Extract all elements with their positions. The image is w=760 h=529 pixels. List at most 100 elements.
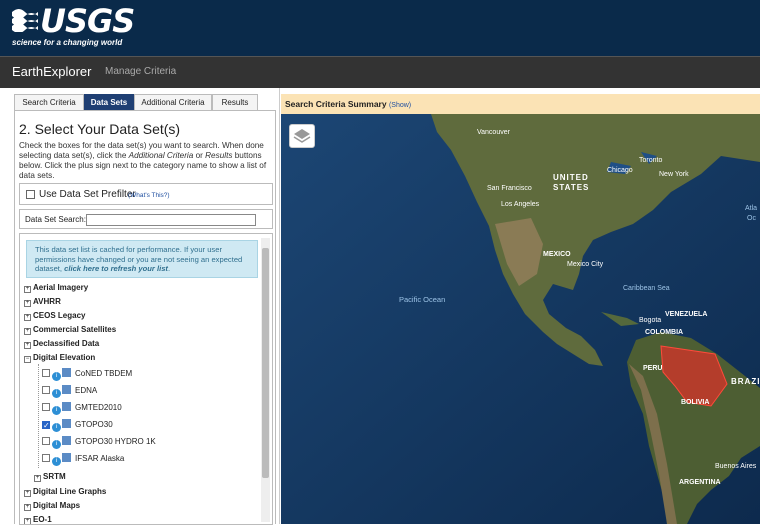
dataset-coned-tbdem: i CoNED TBDEM — [42, 368, 132, 381]
metadata-icon[interactable] — [62, 385, 71, 394]
category-declassified-data[interactable]: + Declassified Data — [24, 338, 99, 349]
map-area: Search Criteria Summary (Show) Vancouver… — [281, 88, 760, 524]
list-scrollbar[interactable] — [261, 238, 270, 522]
panel-help: Check the boxes for the data set(s) you … — [19, 141, 267, 180]
tab-search-criteria[interactable]: Search Criteria — [14, 94, 84, 110]
map-label-bolivia: BOLIVIA — [681, 399, 709, 406]
map-label-peru: PERU — [643, 365, 662, 372]
layers-button[interactable] — [289, 124, 315, 148]
logo-text: USGS — [40, 2, 135, 40]
expand-icon[interactable]: + — [34, 475, 41, 482]
map-view[interactable]: Vancouver Toronto Chicago New York UNITE… — [281, 114, 760, 524]
category-digital-maps[interactable]: + Digital Maps — [24, 500, 80, 511]
expand-icon[interactable]: + — [24, 328, 31, 335]
map-label-colombia: COLOMBIA — [645, 329, 683, 336]
dataset-checkbox[interactable] — [42, 386, 50, 394]
tree-guide — [38, 364, 39, 468]
info-icon[interactable]: i — [52, 457, 61, 466]
category-digital-elevation[interactable]: − Digital Elevation — [24, 352, 95, 363]
metadata-icon[interactable] — [62, 368, 71, 377]
metadata-icon[interactable] — [62, 402, 71, 411]
info-icon[interactable]: i — [52, 372, 61, 381]
map-label-buenos-aires: Buenos Aires — [715, 463, 757, 470]
info-icon[interactable]: i — [52, 440, 61, 449]
usgs-wave-icon — [12, 9, 38, 32]
dataset-gtopo30-hydro-1k: i GTOPO30 HYDRO 1K — [42, 436, 156, 449]
logo-tagline: science for a changing world — [12, 38, 123, 47]
map-label-states: STATES — [553, 183, 589, 192]
dataset-search-input[interactable] — [86, 214, 256, 226]
map-label-ocean: Oc — [747, 215, 756, 222]
category-digital-line-graphs[interactable]: + Digital Line Graphs — [24, 486, 106, 497]
prefilter-help-link[interactable]: (What's This?) — [128, 192, 170, 199]
dataset-gtopo30: ✓ i GTOPO30 — [42, 419, 113, 432]
dataset-gmted2010: i GMTED2010 — [42, 402, 122, 415]
dataset-list: This data set list is cached for perform… — [19, 233, 273, 525]
tab-data-sets[interactable]: Data Sets — [84, 94, 134, 110]
dataset-checkbox[interactable] — [42, 437, 50, 445]
dataset-checkbox-checked[interactable]: ✓ — [42, 421, 50, 430]
usgs-logo[interactable]: USGS science for a changing world — [12, 5, 135, 47]
map-label-caribbean-sea: Caribbean Sea — [623, 285, 670, 292]
dataset-ifsar-alaska: i IFSAR Alaska — [42, 453, 124, 466]
metadata-icon[interactable] — [62, 436, 71, 445]
usgs-header: USGS science for a changing world — [0, 0, 760, 56]
summary-show-link[interactable]: (Show) — [389, 102, 411, 109]
layers-icon — [293, 129, 311, 143]
cache-notice: This data set list is cached for perform… — [26, 240, 258, 278]
expand-icon[interactable]: + — [24, 504, 31, 511]
map-label-pacific-ocean: Pacific Ocean — [399, 295, 445, 304]
map-label-los-angeles: Los Angeles — [501, 201, 540, 208]
category-aerial-imagery[interactable]: + Aerial Imagery — [24, 282, 88, 293]
prefilter-box: Use Data Set Prefilter (What's This?) — [19, 183, 273, 205]
manage-criteria-link[interactable]: Manage Criteria — [105, 66, 176, 77]
map-label-toronto: Toronto — [639, 157, 662, 164]
dataset-edna: i EDNA — [42, 385, 97, 398]
expand-icon[interactable]: + — [24, 490, 31, 497]
metadata-icon[interactable] — [62, 419, 71, 428]
map-label-san-francisco: San Francisco — [487, 185, 532, 192]
map-label-argentina: ARGENTINA — [679, 479, 721, 486]
map-label-chicago: Chicago — [607, 167, 633, 174]
dataset-checkbox[interactable] — [42, 369, 50, 377]
metadata-icon[interactable] — [62, 453, 71, 462]
info-icon[interactable]: i — [52, 406, 61, 415]
left-panel: Search Criteria Data Sets Additional Cri… — [0, 88, 280, 525]
expand-icon[interactable]: + — [24, 342, 31, 349]
map-label-venezuela: VENEZUELA — [665, 311, 707, 318]
earthexplorer-brand[interactable]: EarthExplorer — [12, 64, 91, 79]
map-label-mexico: MEXICO — [543, 251, 571, 258]
expand-icon[interactable]: + — [24, 286, 31, 293]
tab-results[interactable]: Results — [212, 94, 258, 110]
category-commercial-satellites[interactable]: + Commercial Satellites — [24, 324, 116, 335]
panel-title: 2. Select Your Data Set(s) — [19, 121, 181, 137]
category-eo-1[interactable]: + EO-1 — [24, 514, 52, 524]
satellite-map[interactable]: Vancouver Toronto Chicago New York UNITE… — [281, 114, 760, 524]
category-avhrr[interactable]: + AVHRR — [24, 296, 61, 307]
map-label-united: UNITED — [553, 173, 589, 182]
map-label-brazil: BRAZIL — [731, 377, 760, 386]
prefilter-label[interactable]: Use Data Set Prefilter — [39, 189, 136, 200]
search-criteria-summary[interactable]: Search Criteria Summary (Show) — [281, 94, 760, 114]
expand-icon[interactable]: + — [24, 300, 31, 307]
category-ceos-legacy[interactable]: + CEOS Legacy — [24, 310, 85, 321]
map-label-vancouver: Vancouver — [477, 129, 511, 136]
expand-icon[interactable]: + — [24, 314, 31, 321]
map-label-atlantic: Atla — [745, 205, 757, 212]
dataset-checkbox[interactable] — [42, 454, 50, 462]
dataset-search-box: Data Set Search: — [19, 209, 273, 229]
map-label-new-york: New York — [659, 171, 689, 178]
map-label-mexico-city: Mexico City — [567, 261, 604, 268]
navbar: EarthExplorer Manage Criteria — [0, 56, 760, 88]
collapse-icon[interactable]: − — [24, 356, 31, 363]
info-icon[interactable]: i — [52, 389, 61, 398]
refresh-list-link[interactable]: click here to refresh your list — [64, 264, 168, 273]
dataset-checkbox[interactable] — [42, 403, 50, 411]
tab-additional-criteria[interactable]: Additional Criteria — [134, 94, 212, 110]
map-label-bogota: Bogota — [639, 317, 661, 324]
dataset-search-label: Data Set Search: — [25, 215, 86, 224]
scrollbar-thumb[interactable] — [262, 248, 269, 478]
info-icon[interactable]: i — [52, 423, 61, 432]
subcategory-srtm[interactable]: + SRTM — [34, 471, 66, 482]
prefilter-checkbox[interactable] — [26, 190, 35, 199]
